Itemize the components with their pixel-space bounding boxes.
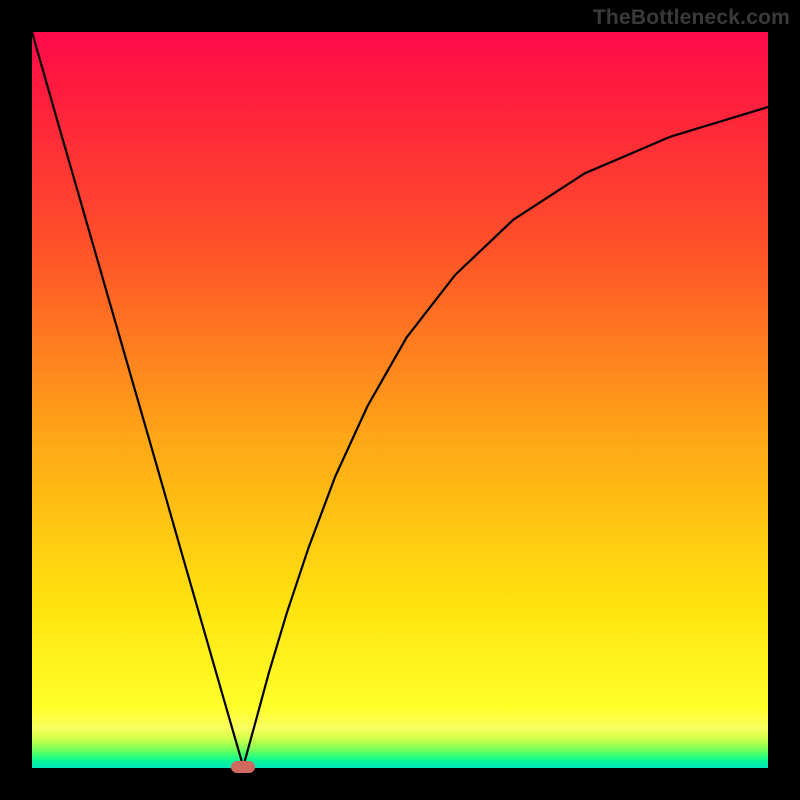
chart-frame: TheBottleneck.com <box>0 0 800 800</box>
optimal-point-marker <box>231 761 255 773</box>
plot-area <box>32 32 768 768</box>
bottleneck-curve <box>32 32 768 768</box>
curve-left-branch <box>32 32 243 767</box>
watermark-text: TheBottleneck.com <box>593 6 790 30</box>
curve-right-branch <box>243 107 768 766</box>
